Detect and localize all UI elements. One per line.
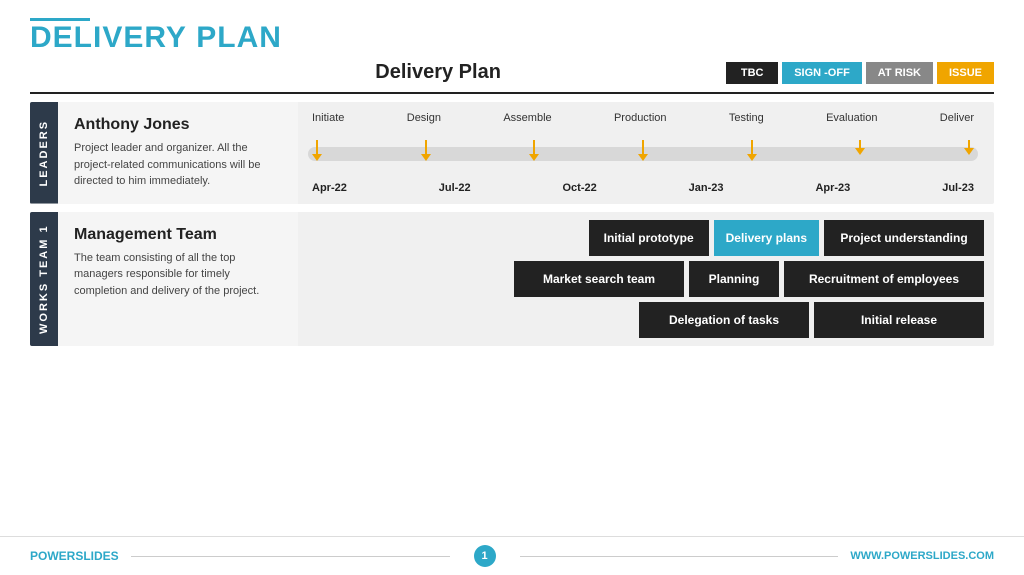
date-labels: Apr-22 Jul-22 Oct-22 Jan-23 Apr-23 Jul-2… [308, 182, 978, 194]
footer-line-left [131, 556, 450, 557]
task-delegation: Delegation of tasks [639, 302, 809, 338]
arrow-testing [747, 140, 757, 161]
date-jul22: Jul-22 [439, 182, 471, 194]
task-market-search: Market search team [514, 261, 684, 297]
task-planning: Planning [689, 261, 779, 297]
works-content: Initial prototype Delivery plans Project… [298, 212, 994, 346]
works-info-box: Management Team The team consisting of a… [58, 212, 298, 346]
legend-badges: TBC SIGN -OFF AT RISK ISSUE [726, 62, 994, 84]
brand-colored: SLIDES [75, 549, 118, 563]
footer-line-right [520, 556, 839, 557]
person-desc: Project leader and organizer. All the pr… [74, 140, 282, 190]
date-jul23: Jul-23 [942, 182, 974, 194]
sidebar-label-leaders: LEADERS [30, 102, 58, 204]
arrow-production [638, 140, 648, 161]
timeline-area: Initiate Design Assemble Production Test… [298, 102, 994, 204]
date-oct22: Oct-22 [562, 182, 596, 194]
arrow-evaluation [855, 140, 865, 161]
phase-assemble: Assemble [503, 112, 551, 124]
badge-signoff: SIGN -OFF [782, 62, 862, 84]
timeline-track [308, 140, 978, 168]
arrow-initiate [312, 140, 322, 161]
date-jan23: Jan-23 [689, 182, 724, 194]
task-row-1: Initial prototype Delivery plans Project… [308, 220, 984, 256]
badge-atrisk: AT RISK [866, 62, 933, 84]
phase-deliver: Deliver [940, 112, 974, 124]
phase-labels: Initiate Design Assemble Production Test… [308, 112, 978, 124]
team-name: Management Team [74, 226, 282, 244]
tasks-grid: Initial prototype Delivery plans Project… [308, 220, 984, 338]
leaders-section: LEADERS Anthony Jones Project leader and… [30, 102, 994, 204]
team-desc: The team consisting of all the top manag… [74, 250, 282, 300]
main-content: LEADERS Anthony Jones Project leader and… [0, 102, 1024, 346]
task-initial-prototype: Initial prototype [589, 220, 709, 256]
brand-plain: POWER [30, 549, 75, 563]
phase-production: Production [614, 112, 667, 124]
date-apr22: Apr-22 [312, 182, 347, 194]
phase-design: Design [407, 112, 441, 124]
sidebar-label-works: WORKS TEAM 1 [30, 212, 58, 346]
person-name: Anthony Jones [74, 116, 282, 134]
phase-initiate: Initiate [312, 112, 344, 124]
task-delivery-plans: Delivery plans [714, 220, 819, 256]
footer-brand: POWERSLIDES [30, 549, 119, 563]
badge-tbc: TBC [726, 62, 778, 84]
task-row-3: Delegation of tasks Initial release [308, 302, 984, 338]
footer-website: WWW.POWERSLIDES.COM [850, 550, 994, 562]
arrow-design [421, 140, 431, 161]
arrow-assemble [529, 140, 539, 161]
arrow-deliver [964, 140, 974, 161]
task-recruitment: Recruitment of employees [784, 261, 984, 297]
phase-evaluation: Evaluation [826, 112, 877, 124]
phase-testing: Testing [729, 112, 764, 124]
title-colored: PLAN [196, 21, 282, 54]
subtitle-text: Delivery Plan [150, 61, 726, 84]
divider [30, 92, 994, 94]
badge-issue: ISSUE [937, 62, 994, 84]
footer-page: 1 [474, 545, 496, 567]
subtitle-bar: Delivery Plan TBC SIGN -OFF AT RISK ISSU… [0, 61, 1024, 84]
task-row-2: Market search team Planning Recruitment … [308, 261, 984, 297]
works-section: WORKS TEAM 1 Management Team The team co… [30, 212, 994, 346]
task-project-understanding: Project understanding [824, 220, 984, 256]
leaders-info-box: Anthony Jones Project leader and organiz… [58, 102, 298, 204]
title-plain: DELIVERY [30, 21, 187, 54]
date-apr23: Apr-23 [815, 182, 850, 194]
footer: POWERSLIDES 1 WWW.POWERSLIDES.COM [0, 536, 1024, 575]
main-title: DELIVERY PLAN [30, 23, 282, 53]
timeline-arrows [312, 140, 974, 161]
task-initial-release: Initial release [814, 302, 984, 338]
top-header: DELIVERY PLAN [0, 0, 1024, 61]
